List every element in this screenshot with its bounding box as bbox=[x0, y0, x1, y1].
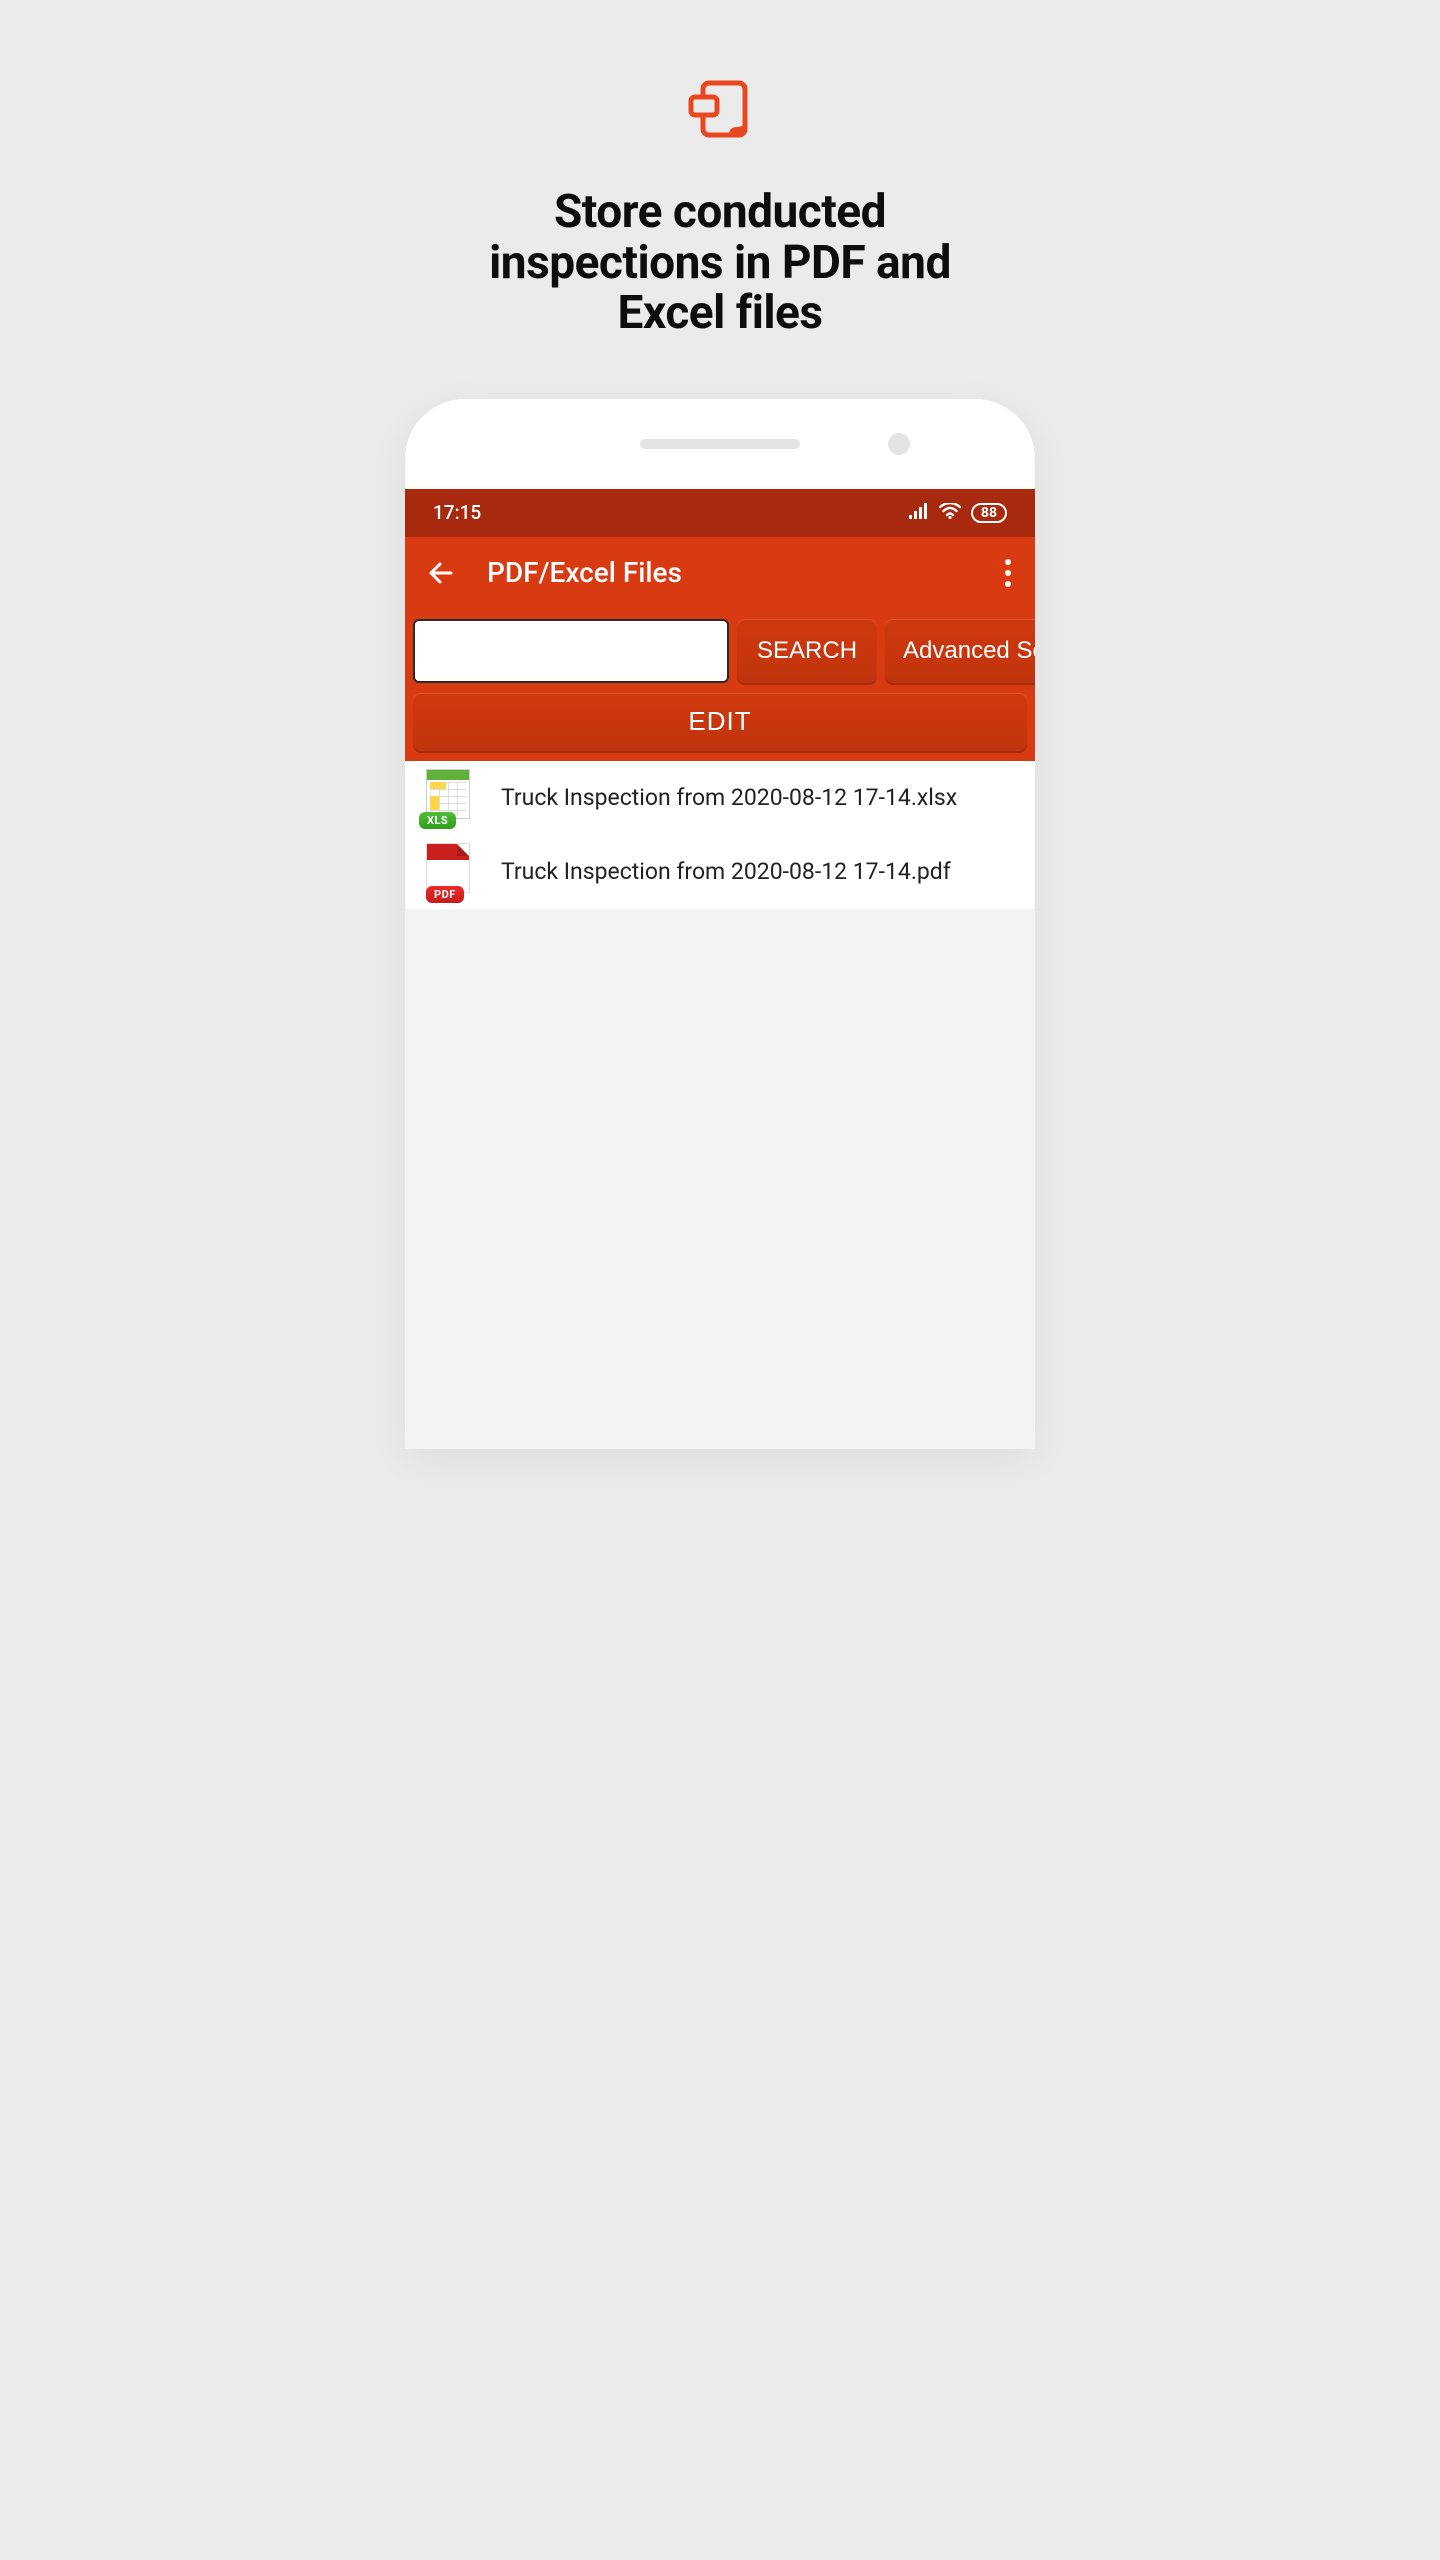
list-item[interactable]: XLS Truck Inspection from 2020-08-12 17-… bbox=[405, 761, 1035, 835]
overflow-menu-icon[interactable] bbox=[1005, 559, 1011, 587]
status-time: 17:15 bbox=[433, 501, 481, 524]
battery-indicator: 88 bbox=[971, 503, 1007, 523]
pdf-badge: PDF bbox=[426, 886, 464, 903]
xls-badge: XLS bbox=[419, 812, 456, 829]
page-title: PDF/Excel Files bbox=[487, 556, 971, 589]
phone-speaker bbox=[640, 439, 800, 449]
back-button[interactable] bbox=[427, 560, 453, 586]
search-button[interactable]: SEARCH bbox=[737, 619, 877, 683]
signal-icon bbox=[909, 503, 929, 523]
advanced-search-button[interactable]: Advanced Search bbox=[885, 619, 1035, 683]
file-name: Truck Inspection from 2020-08-12 17-14.p… bbox=[501, 858, 951, 885]
phone-bezel bbox=[405, 399, 1035, 489]
edit-row: EDIT bbox=[405, 693, 1035, 761]
search-row: SEARCH Advanced Search bbox=[405, 609, 1035, 693]
xls-file-icon: XLS bbox=[419, 769, 477, 827]
search-input[interactable] bbox=[413, 619, 729, 683]
file-list: XLS Truck Inspection from 2020-08-12 17-… bbox=[405, 761, 1035, 909]
app-bar: PDF/Excel Files bbox=[405, 537, 1035, 609]
edit-button[interactable]: EDIT bbox=[413, 693, 1027, 751]
status-bar: 17:15 88 bbox=[405, 489, 1035, 537]
empty-area bbox=[405, 909, 1035, 1449]
phone-camera bbox=[888, 433, 910, 455]
phone-frame: 17:15 88 bbox=[405, 399, 1035, 1449]
file-name: Truck Inspection from 2020-08-12 17-14.x… bbox=[501, 784, 957, 811]
status-icons: 88 bbox=[909, 503, 1007, 523]
wifi-icon bbox=[939, 503, 961, 523]
hero-title: Store conducted inspections in PDF and E… bbox=[489, 187, 951, 339]
pdf-file-icon: PDF bbox=[419, 843, 477, 901]
hero-note-icon bbox=[681, 75, 759, 157]
list-item[interactable]: PDF Truck Inspection from 2020-08-12 17-… bbox=[405, 835, 1035, 909]
